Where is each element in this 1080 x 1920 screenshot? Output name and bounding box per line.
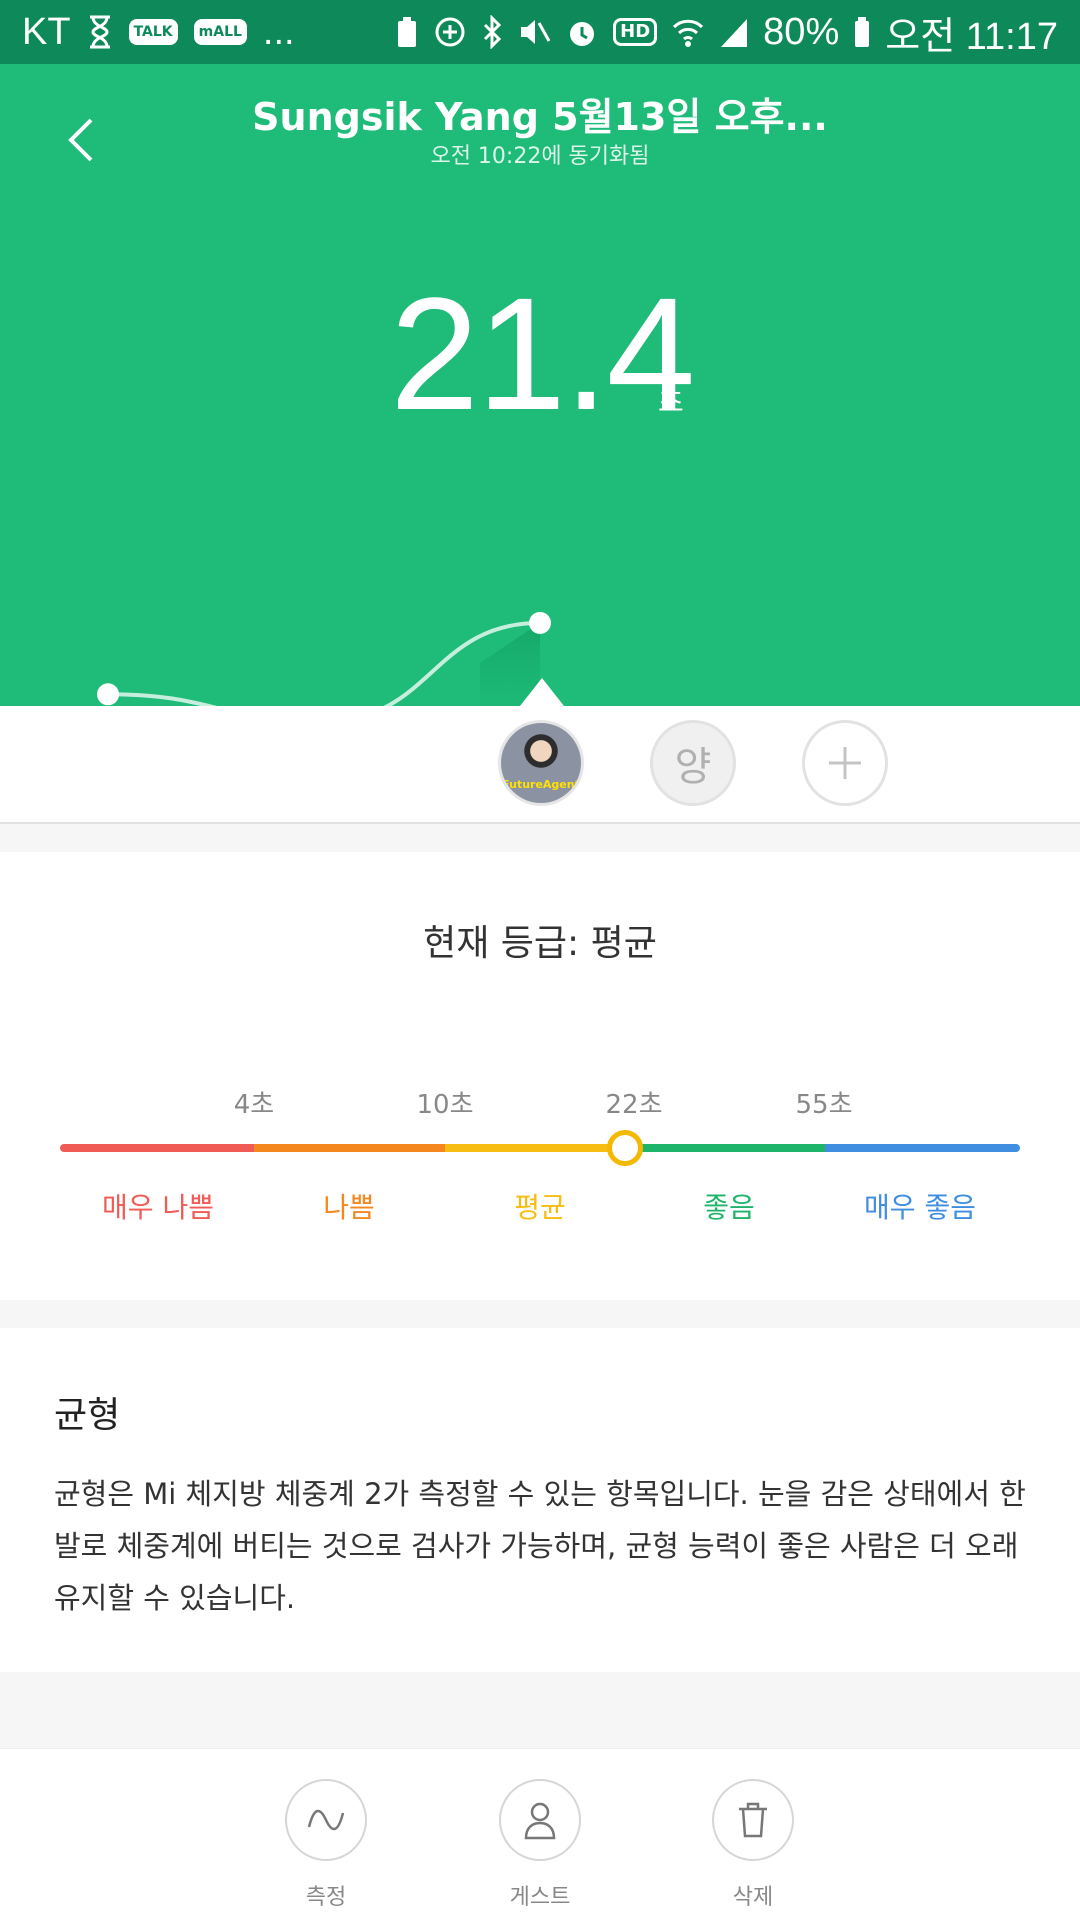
carrier-label: KT — [22, 10, 71, 53]
wifi-icon — [671, 15, 705, 49]
delete-label: 삭제 — [732, 1885, 774, 1910]
mall-notification-icon: mALL — [193, 19, 247, 45]
section-divider — [0, 824, 1080, 852]
section-divider — [0, 1672, 1080, 1748]
grade-scale-bar — [60, 1144, 1020, 1152]
battery-saver-icon — [395, 15, 419, 49]
clock: 오전 11:17 — [885, 15, 1058, 58]
alarm-icon — [565, 15, 599, 49]
guest-button-circle[interactable] — [499, 1779, 581, 1861]
hd-voice-icon: HD — [613, 18, 658, 46]
sync-status: 오전 10:22에 동기화됨 — [430, 144, 650, 169]
battery-percent: 80% — [763, 10, 840, 53]
grade-thresholds: 4초 10초 22초 55초 — [0, 1084, 1080, 1120]
grade-label-very-good: 매우 좋음 — [864, 1191, 976, 1224]
trend-point[interactable] — [97, 683, 119, 706]
signal-icon — [719, 15, 749, 49]
scale-segment-bad — [254, 1144, 445, 1152]
threshold-label: 55초 — [795, 1090, 853, 1120]
measure-button-circle[interactable] — [285, 1779, 367, 1861]
info-description: 균형은 Mi 체지방 체중계 2가 측정할 수 있는 항목입니다. 눈을 감은 … — [54, 1477, 1026, 1615]
add-user-button[interactable] — [802, 720, 888, 806]
grade-label-bad: 나쁨 — [323, 1191, 375, 1224]
avatar-letter: 양 — [674, 744, 712, 790]
current-grade-title: 현재 등급: 평균 — [423, 923, 657, 964]
info-card: 균형 균형은 Mi 체지방 체중계 2가 측정할 수 있는 항목입니다. 눈을 … — [0, 1328, 1080, 1672]
hd-voice-label: HD — [613, 18, 658, 46]
more-notifications: ... — [262, 10, 295, 53]
user-avatar-guest[interactable]: 양 — [650, 720, 736, 806]
page-title: Sungsik Yang 5월13일 오후... — [252, 95, 828, 139]
bottom-action-bar: 측정 게스트 삭제 — [0, 1748, 1080, 1920]
balance-value: 21.4 — [390, 264, 695, 443]
scale-segment-very-bad — [60, 1144, 254, 1152]
data-saver-icon — [433, 15, 467, 49]
grade-label-good: 좋음 — [703, 1191, 755, 1224]
balance-unit: 초 — [658, 385, 684, 418]
guest-label: 게스트 — [509, 1885, 571, 1910]
scale-segment-good — [635, 1144, 825, 1152]
measurement-header: Sungsik Yang 5월13일 오후... 오전 10:22에 동기화됨 … — [0, 64, 1080, 770]
grade-marker — [607, 1130, 643, 1166]
measure-label: 측정 — [305, 1885, 347, 1910]
threshold-label: 10초 — [416, 1090, 474, 1120]
talk-notification-icon: TALK — [128, 19, 178, 45]
section-divider — [0, 1300, 1080, 1328]
threshold-label: 22초 — [605, 1090, 663, 1120]
trend-point[interactable] — [529, 611, 551, 634]
grade-card: 현재 등급: 평균 4초 10초 22초 55초 매우 나쁨 나쁨 평균 좋음 … — [0, 852, 1080, 1300]
delete-button-circle[interactable] — [712, 1779, 794, 1861]
bluetooth-icon — [481, 15, 503, 49]
measure-button[interactable]: 측정 — [266, 1779, 386, 1911]
avatar-photo-label: FutureAgent — [502, 778, 580, 791]
scale-segment-very-good — [825, 1144, 1020, 1152]
wave-icon — [307, 1809, 345, 1831]
grade-labels: 매우 나쁨 나쁨 평균 좋음 매우 좋음 — [0, 1186, 1080, 1226]
delete-button[interactable]: 삭제 — [693, 1779, 813, 1911]
grade-label-average: 평균 — [514, 1191, 566, 1224]
trash-icon — [739, 1802, 767, 1838]
hourglass-icon — [87, 15, 113, 49]
mute-icon — [517, 15, 551, 49]
info-title: 균형 — [54, 1395, 121, 1436]
selected-user-pointer — [520, 678, 564, 706]
grade-label-very-bad: 매우 나쁨 — [102, 1191, 214, 1224]
person-icon — [524, 1802, 556, 1840]
guest-button[interactable]: 게스트 — [480, 1779, 600, 1911]
user-selector: FutureAgent 양 — [0, 706, 1080, 824]
user-avatar-photo[interactable]: FutureAgent — [498, 720, 584, 806]
status-bar: KT TALK mALL ... HD 80% 오전 11:17 — [0, 0, 1080, 64]
battery-icon — [853, 15, 871, 49]
threshold-label: 4초 — [233, 1090, 275, 1120]
plus-icon — [829, 747, 861, 779]
